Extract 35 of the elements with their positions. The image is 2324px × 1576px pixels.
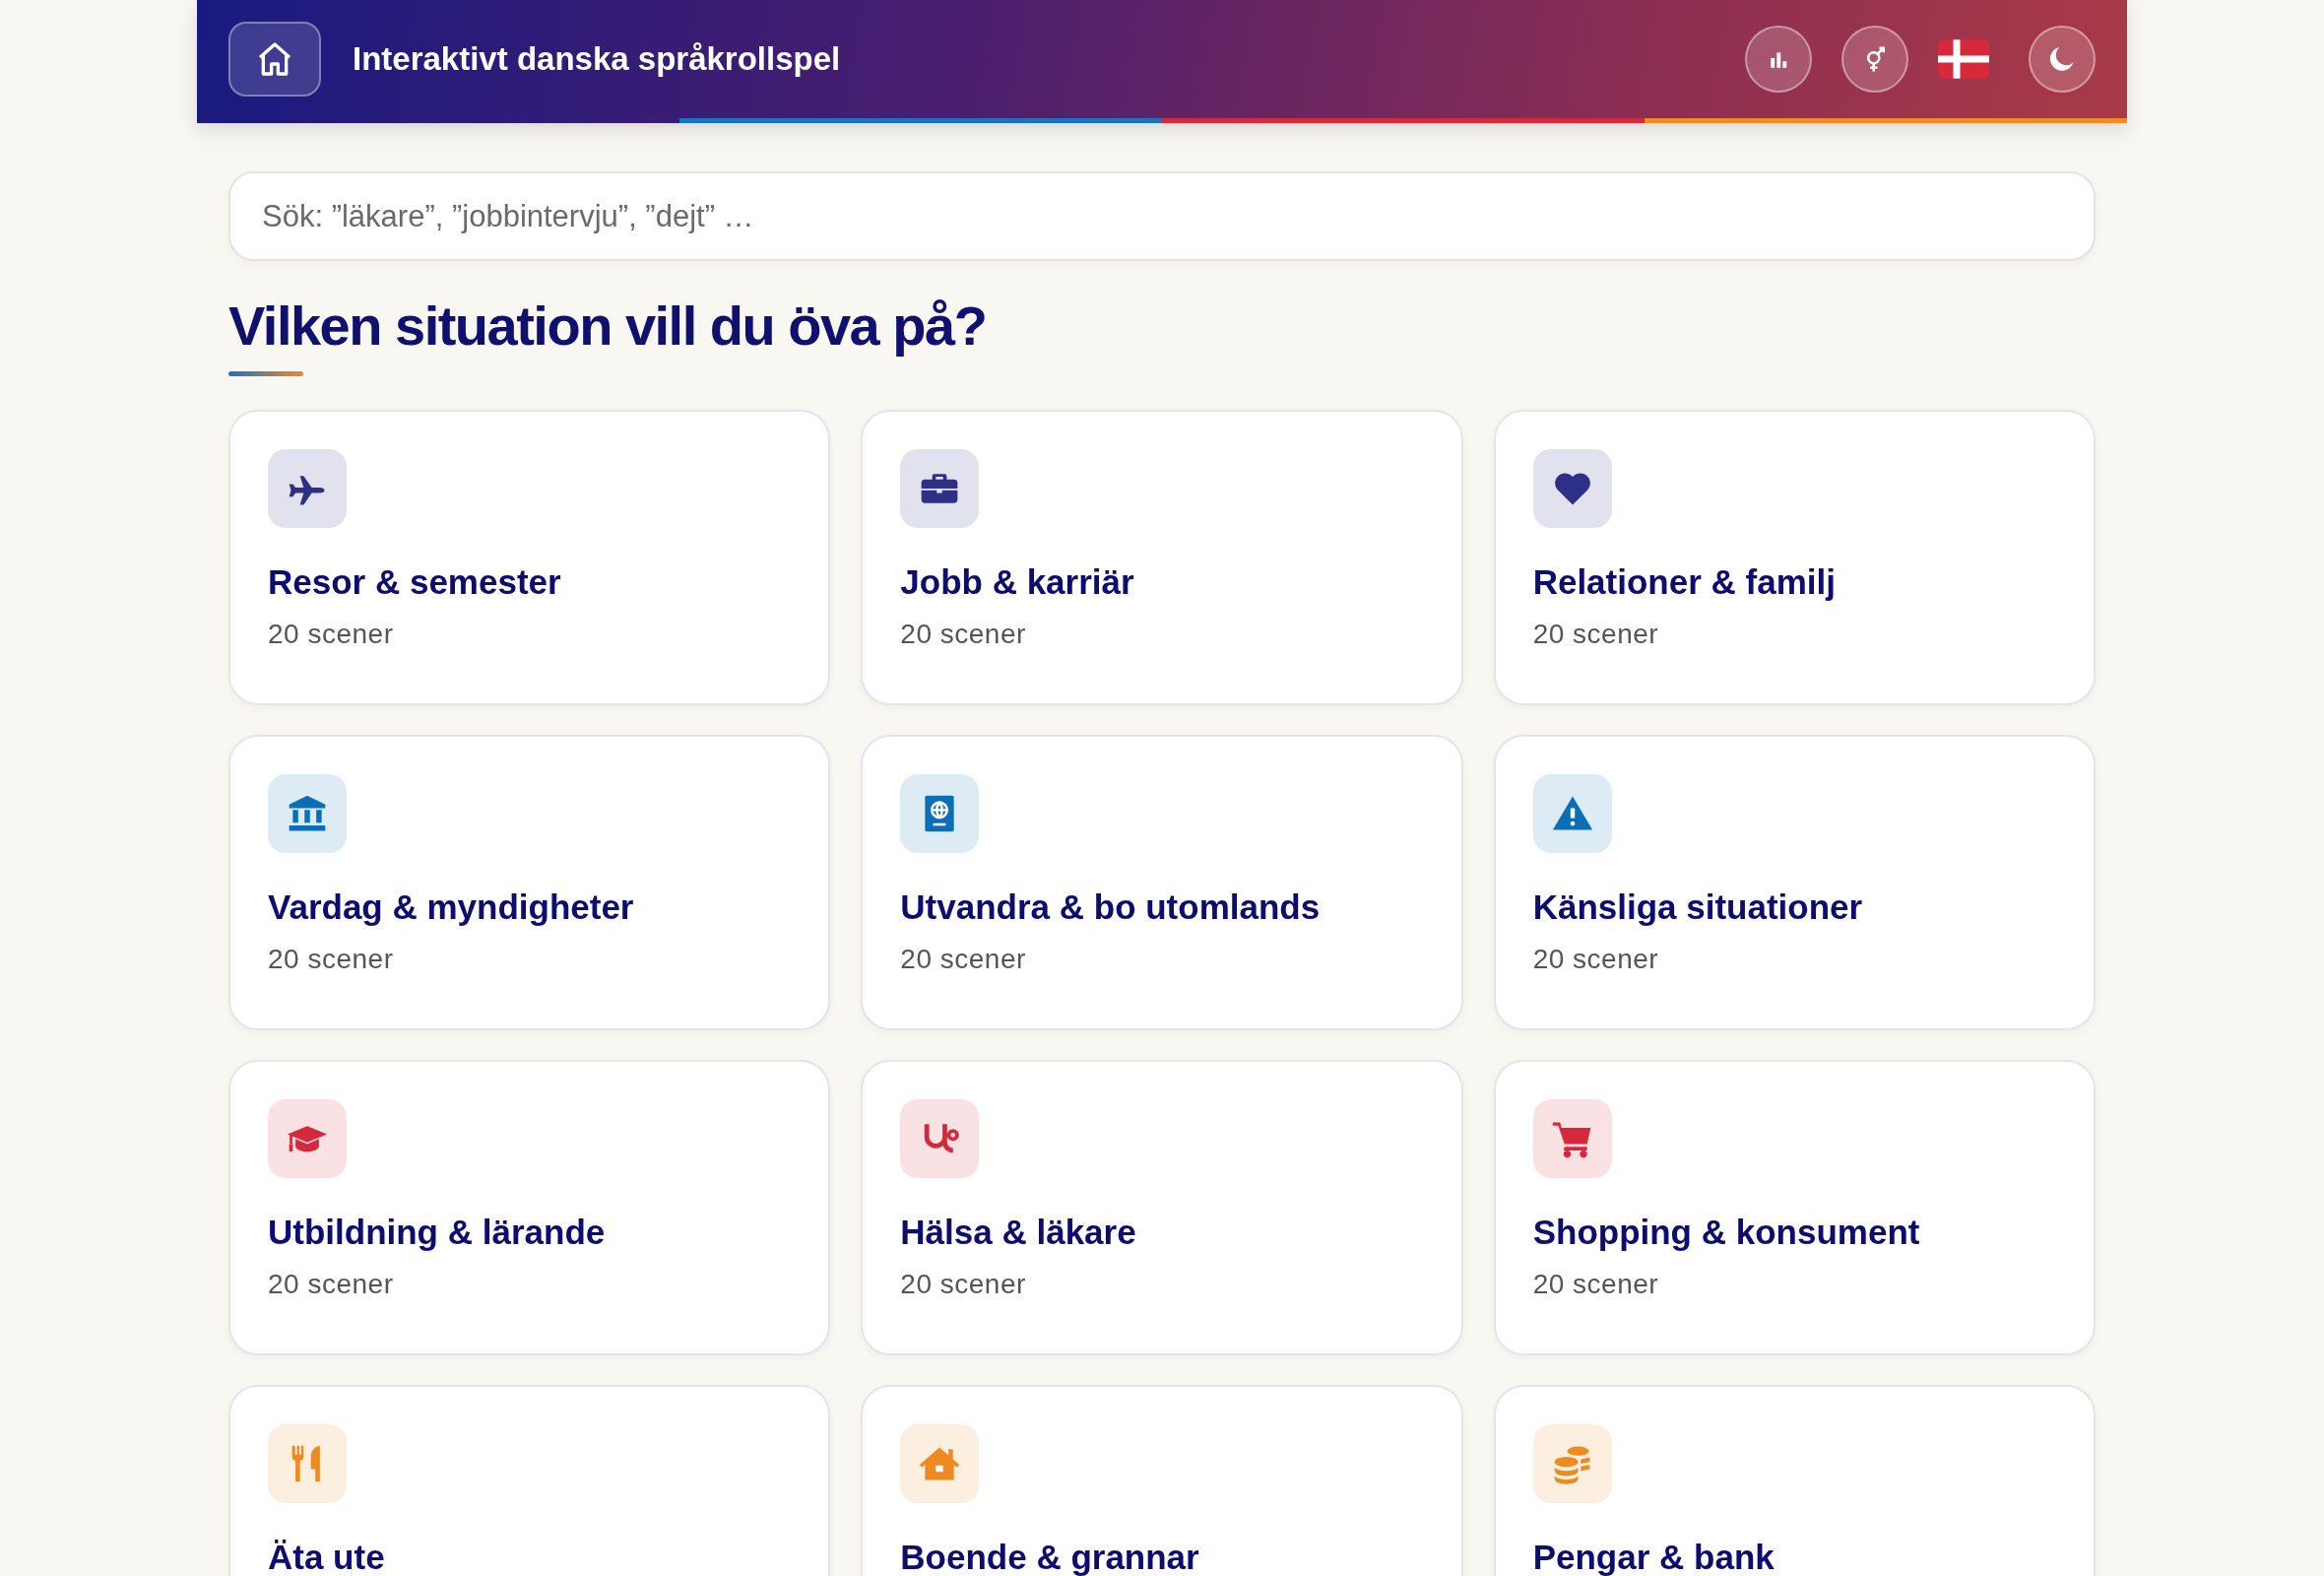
scene-count: 20 scener <box>900 619 1026 651</box>
category-card[interactable]: Jobb & karriär 20 scener <box>861 410 1463 706</box>
category-title: Utvandra & bo utomlands <box>900 886 1321 929</box>
app-title: Interaktivt danska språkrollspel <box>353 39 841 78</box>
scene-count: 20 scener <box>268 944 394 976</box>
category-title: Äta ute <box>268 1537 385 1576</box>
category-card[interactable]: Hälsa & läkare 20 scener <box>861 1060 1463 1356</box>
category-card[interactable]: Känsliga situationer 20 scener <box>1493 735 2096 1031</box>
scene-count: 20 scener <box>900 1269 1026 1301</box>
home-button[interactable] <box>228 21 321 97</box>
category-title: Shopping & konsument <box>1532 1212 1920 1254</box>
category-title: Känsliga situationer <box>1532 886 1863 929</box>
scene-count: 20 scener <box>268 619 394 651</box>
category-title: Jobb & karriär <box>900 561 1134 604</box>
scene-count: 20 scener <box>1532 1269 1659 1301</box>
danish-flag-button[interactable] <box>1938 38 1989 79</box>
category-title: Utbildning & lärande <box>268 1212 606 1254</box>
category-title: Resor & semester <box>268 561 561 604</box>
category-card[interactable]: Shopping & konsument 20 scener <box>1493 1060 2096 1356</box>
category-title: Vardag & myndigheter <box>268 886 634 929</box>
category-card[interactable]: Utvandra & bo utomlands 20 scener <box>861 735 1463 1031</box>
scene-count: 20 scener <box>1532 619 1659 651</box>
scene-count: 20 scener <box>1532 944 1659 976</box>
category-card[interactable]: Resor & semester 20 scener <box>228 410 831 706</box>
category-card[interactable]: Äta ute <box>228 1385 831 1576</box>
category-card[interactable]: Vardag & myndigheter 20 scener <box>228 735 831 1031</box>
search-field[interactable]: Sök: ”läkare”, ”jobbintervju”, ”dejt” … <box>228 171 2096 261</box>
scene-count: 20 scener <box>268 1269 394 1301</box>
scene-count: 20 scener <box>900 944 1026 976</box>
category-card[interactable]: Utbildning & lärande 20 scener <box>228 1060 831 1356</box>
category-card[interactable]: Relationer & familj 20 scener <box>1493 410 2096 706</box>
page-heading: Vilken situation vill du öva på? <box>228 295 988 359</box>
danish-flag-icon <box>1938 38 1989 79</box>
category-title: Relationer & familj <box>1532 561 1836 604</box>
category-title: Hälsa & läkare <box>900 1212 1136 1254</box>
